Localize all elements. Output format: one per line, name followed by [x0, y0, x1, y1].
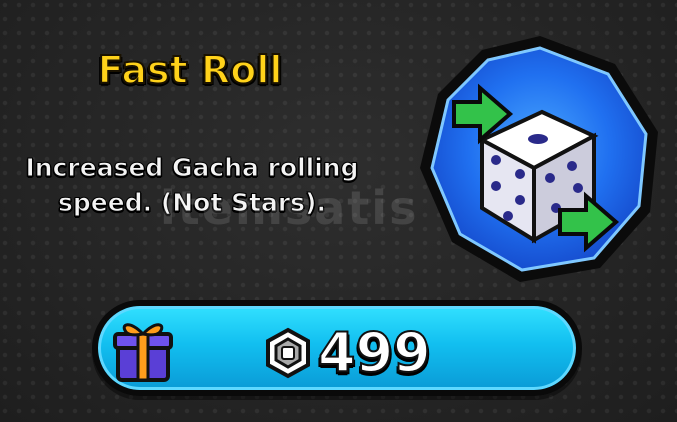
item-title: Fast Roll: [97, 47, 284, 93]
robux-icon: [266, 327, 310, 379]
buy-button[interactable]: 499: [92, 300, 582, 396]
item-description: Increased Gacha rolling speed. (Not Star…: [25, 153, 359, 218]
gift-icon[interactable]: [112, 318, 174, 384]
item-badge: [420, 36, 658, 282]
price-label: 499: [317, 320, 432, 385]
